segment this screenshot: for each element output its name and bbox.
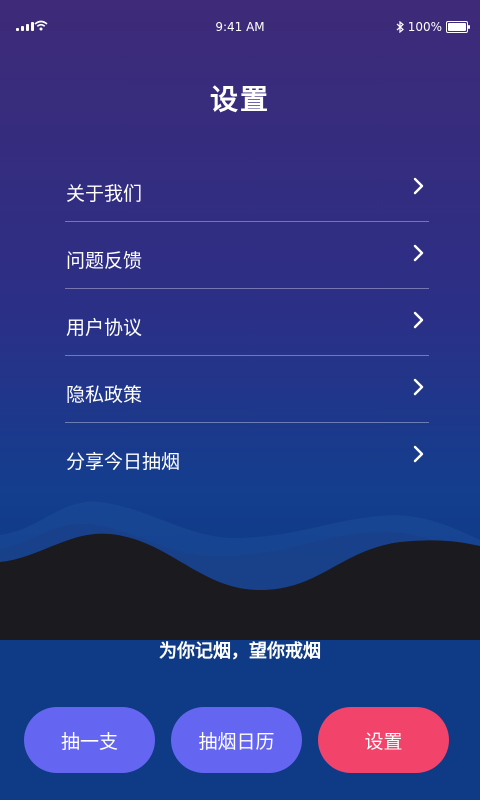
battery-status: 100%: [396, 20, 470, 34]
settings-menu: 关于我们 问题反馈 用户协议 隐私政策 分享今日抽烟: [65, 155, 429, 489]
wave-decoration: [0, 501, 480, 640]
chevron-right-icon: [413, 177, 424, 195]
battery-icon: [446, 21, 470, 33]
screen-background: 9:41 AM 100% 设置 关于我们 问题反馈 用户协议 隐私政策 分享今日…: [0, 0, 480, 800]
settings-button[interactable]: 设置: [318, 707, 449, 773]
menu-item-label: 分享今日抽烟: [66, 451, 181, 473]
chevron-right-icon: [413, 311, 424, 329]
menu-item-user-agreement[interactable]: 用户协议: [65, 289, 429, 356]
menu-item-label: 问题反馈: [66, 250, 143, 272]
menu-item-label: 关于我们: [66, 183, 143, 205]
battery-percent: 100%: [407, 20, 442, 34]
menu-item-label: 用户协议: [66, 317, 143, 339]
chevron-right-icon: [413, 378, 424, 396]
menu-item-feedback[interactable]: 问题反馈: [65, 222, 429, 289]
bluetooth-icon: [396, 21, 404, 33]
menu-item-share-today[interactable]: 分享今日抽烟: [65, 423, 429, 489]
chevron-right-icon: [413, 445, 424, 463]
smoking-calendar-button[interactable]: 抽烟日历: [171, 707, 302, 773]
menu-item-label: 隐私政策: [66, 384, 143, 406]
smoke-one-button[interactable]: 抽一支: [24, 707, 155, 773]
menu-item-about-us[interactable]: 关于我们: [65, 155, 429, 222]
status-bar: 9:41 AM 100%: [0, 0, 480, 54]
menu-item-privacy-policy[interactable]: 隐私政策: [65, 356, 429, 423]
page-title: 设置: [209, 83, 270, 116]
slogan-text: 为你记烟，望你戒烟: [159, 641, 321, 662]
chevron-right-icon: [413, 244, 424, 262]
